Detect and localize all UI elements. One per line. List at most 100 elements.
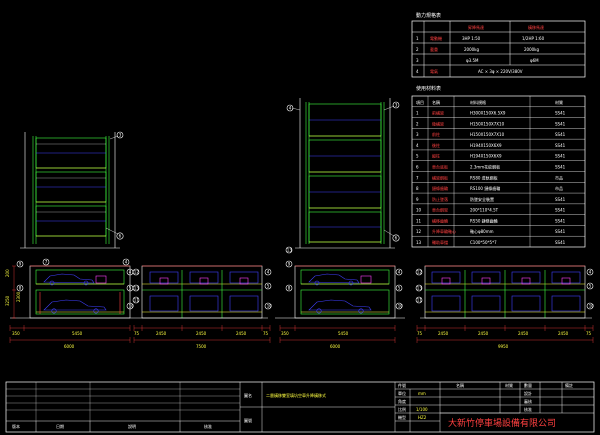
svg-text:1/100: 1/100 bbox=[416, 407, 428, 412]
svg-text:3: 3 bbox=[416, 58, 419, 63]
svg-text:3: 3 bbox=[119, 133, 122, 138]
material-cell: 6 bbox=[416, 164, 419, 169]
side-elevation-right: 3 4 6 bbox=[286, 98, 400, 249]
material-cell: 輔助車擋 bbox=[432, 239, 448, 245]
svg-text:4: 4 bbox=[129, 270, 132, 275]
svg-text:75: 75 bbox=[134, 331, 140, 336]
material-cell: SS41 bbox=[555, 111, 566, 116]
material-cell: H150X150X7X10 bbox=[470, 121, 505, 126]
svg-text:8: 8 bbox=[19, 286, 22, 291]
material-cell: 軸心φ80mm bbox=[470, 228, 494, 234]
svg-text:φ6M: φ6M bbox=[530, 58, 539, 63]
svg-text:10: 10 bbox=[398, 304, 404, 309]
material-cell: 車台底板 bbox=[432, 163, 448, 169]
svg-text:比例: 比例 bbox=[398, 406, 406, 412]
svg-text:備註: 備註 bbox=[565, 382, 573, 388]
svg-text:2450: 2450 bbox=[156, 331, 167, 336]
svg-text:10: 10 bbox=[589, 304, 595, 309]
material-cell: 橫梁鋼板 bbox=[432, 174, 448, 180]
material-cell: 7 bbox=[416, 175, 419, 180]
svg-text:電動機: 電動機 bbox=[430, 35, 442, 41]
svg-text:1: 1 bbox=[416, 36, 419, 41]
svg-text:載重: 載重 bbox=[430, 46, 438, 52]
title-block: 件號 名稱 材質 數量 備註 單位 mm 角度 比例 1/100 機型 HZ2 … bbox=[5, 381, 595, 433]
svg-text:設計: 設計 bbox=[524, 390, 532, 396]
material-header-cell: 材質 bbox=[555, 99, 563, 105]
svg-text:7: 7 bbox=[45, 260, 48, 265]
material-cell: SS41 bbox=[555, 121, 566, 126]
drawing-name: 二層橫移雙室填坑空車升降橫移式 bbox=[266, 392, 326, 398]
svg-text:2450: 2450 bbox=[438, 331, 449, 336]
svg-text:2300: 2300 bbox=[16, 291, 21, 302]
material-cell: 4 bbox=[416, 143, 419, 148]
front-elevation-4: 12 13 11 4 5 10 75 2450 2450 2450 2450 7… bbox=[415, 265, 595, 349]
svg-text:說明: 說明 bbox=[128, 423, 136, 429]
material-cell: 9 bbox=[416, 197, 419, 202]
material-cell: SS41 bbox=[555, 240, 566, 245]
svg-text:核准: 核准 bbox=[524, 406, 532, 412]
material-cell: SS41 bbox=[555, 143, 566, 148]
svg-text:10: 10 bbox=[267, 304, 273, 309]
svg-text:3: 3 bbox=[395, 103, 398, 108]
svg-text:75: 75 bbox=[586, 331, 592, 336]
svg-text:單位: 單位 bbox=[398, 390, 406, 396]
svg-text:5: 5 bbox=[589, 284, 592, 289]
svg-text:mm: mm bbox=[418, 391, 426, 396]
svg-text:核准: 核准 bbox=[204, 423, 212, 429]
material-header-cell: 材料規格 bbox=[470, 99, 486, 105]
svg-text:3HP 1:50: 3HP 1:50 bbox=[462, 36, 481, 41]
material-cell: H150X150X7X10 bbox=[470, 132, 505, 137]
svg-text:審核: 審核 bbox=[524, 398, 532, 404]
material-cell: 12 bbox=[416, 229, 422, 234]
svg-text:8: 8 bbox=[288, 286, 291, 291]
material-cell: 2 bbox=[416, 121, 419, 126]
material-cell: 3 bbox=[416, 132, 419, 137]
svg-text:4: 4 bbox=[589, 270, 592, 275]
material-cell: 防墜安全裝置 bbox=[470, 196, 494, 202]
svg-text:350: 350 bbox=[281, 331, 289, 336]
material-cell: 5 bbox=[416, 154, 419, 159]
material-cell: 市品 bbox=[555, 174, 563, 180]
svg-text:13: 13 bbox=[134, 286, 140, 291]
svg-text:5450: 5450 bbox=[72, 331, 83, 336]
material-cell: SS41 bbox=[555, 132, 566, 137]
material-cell: 前橫梁 bbox=[432, 110, 444, 116]
cad-drawing-canvas: 動力規格表 昇降馬達 橫移馬達 1 電動機 3HP 1:50 1/2HP 1:6… bbox=[5, 12, 595, 433]
svg-text:6000: 6000 bbox=[64, 344, 75, 349]
material-cell: 鏈條齒輪 bbox=[432, 185, 448, 191]
front-elevation-3: 9 8 13 4 5 10 350 5450 6000 bbox=[275, 246, 405, 349]
svg-text:4: 4 bbox=[267, 270, 270, 275]
material-cell: 前柱 bbox=[432, 131, 440, 137]
svg-text:4: 4 bbox=[398, 270, 401, 275]
svg-text:φ3.5M: φ3.5M bbox=[466, 58, 479, 63]
svg-text:橫移馬達: 橫移馬達 bbox=[528, 24, 544, 30]
svg-text:75: 75 bbox=[263, 331, 269, 336]
svg-text:13: 13 bbox=[287, 248, 293, 253]
material-cell: RS80 導軌鋼板 bbox=[470, 174, 498, 180]
svg-text:2450: 2450 bbox=[196, 331, 207, 336]
svg-text:6: 6 bbox=[119, 234, 122, 239]
svg-text:數量: 數量 bbox=[524, 382, 532, 388]
side-elevation-left: 6 3 bbox=[20, 131, 124, 249]
material-cell: SS41 bbox=[555, 208, 566, 213]
svg-text:電氣: 電氣 bbox=[430, 68, 438, 74]
svg-text:12: 12 bbox=[134, 270, 140, 275]
material-cell: SS41 bbox=[555, 218, 566, 223]
svg-text:日期: 日期 bbox=[56, 423, 64, 429]
material-cell: H194X150X6X9 bbox=[470, 143, 502, 148]
material-cell: 2.3mm花紋鋼板 bbox=[470, 163, 500, 169]
material-cell: 後橫梁 bbox=[432, 120, 444, 126]
svg-text:7500: 7500 bbox=[196, 344, 207, 349]
svg-text:11: 11 bbox=[134, 298, 140, 303]
material-cell: H300X150X6.5X9 bbox=[470, 111, 506, 116]
material-cell: 縱柱 bbox=[432, 153, 440, 159]
svg-text:機型: 機型 bbox=[398, 414, 406, 420]
svg-text:11: 11 bbox=[417, 298, 423, 303]
svg-text:4: 4 bbox=[416, 69, 419, 74]
svg-text:12: 12 bbox=[417, 270, 423, 275]
svg-text:6000: 6000 bbox=[330, 344, 341, 349]
svg-text:HZ2: HZ2 bbox=[418, 415, 427, 420]
svg-text:昇降馬達: 昇降馬達 bbox=[468, 24, 484, 30]
material-cell: C100*50*5*7 bbox=[470, 240, 497, 245]
material-cell: RS50 鏈條齒輪 bbox=[470, 217, 498, 223]
